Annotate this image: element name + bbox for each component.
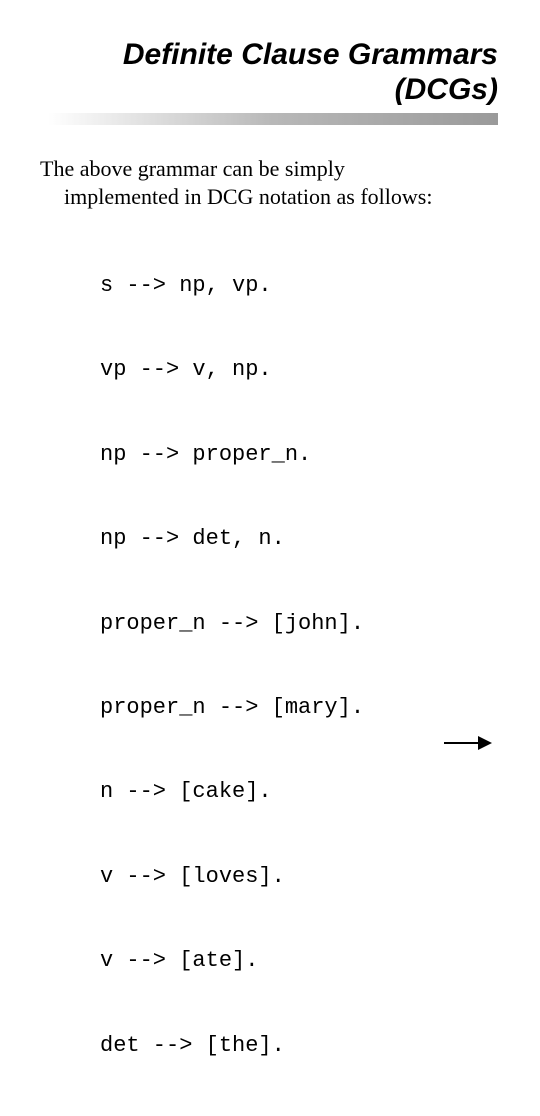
code-line: proper_n --> [john]. — [100, 610, 500, 638]
code-line: vp --> v, np. — [100, 356, 500, 384]
title-underline — [48, 113, 498, 125]
code-line: proper_n --> [mary]. — [100, 694, 500, 722]
body-content: The above grammar can be simply implemen… — [40, 155, 500, 1116]
code-line: v --> [loves]. — [100, 863, 500, 891]
code-line: np --> proper_n. — [100, 441, 500, 469]
code-line: np --> det, n. — [100, 525, 500, 553]
code-line: v --> [ate]. — [100, 947, 500, 975]
arrow-head — [478, 736, 492, 750]
arrow-shaft — [444, 742, 480, 744]
code-block: s --> np, vp. vp --> v, np. np --> prope… — [100, 215, 500, 1116]
intro-line-1: The above grammar can be simply — [40, 155, 500, 183]
code-line: n --> [cake]. — [100, 778, 500, 806]
next-arrow-icon[interactable] — [444, 736, 492, 750]
code-line: s --> np, vp. — [100, 272, 500, 300]
title-line-2: (DCGs) — [70, 73, 498, 108]
code-line: det --> [the]. — [100, 1032, 500, 1060]
intro-line-2: implemented in DCG notation as follows: — [40, 183, 500, 211]
title-line-1: Definite Clause Grammars — [70, 38, 498, 73]
slide-title: Definite Clause Grammars (DCGs) — [0, 0, 540, 107]
